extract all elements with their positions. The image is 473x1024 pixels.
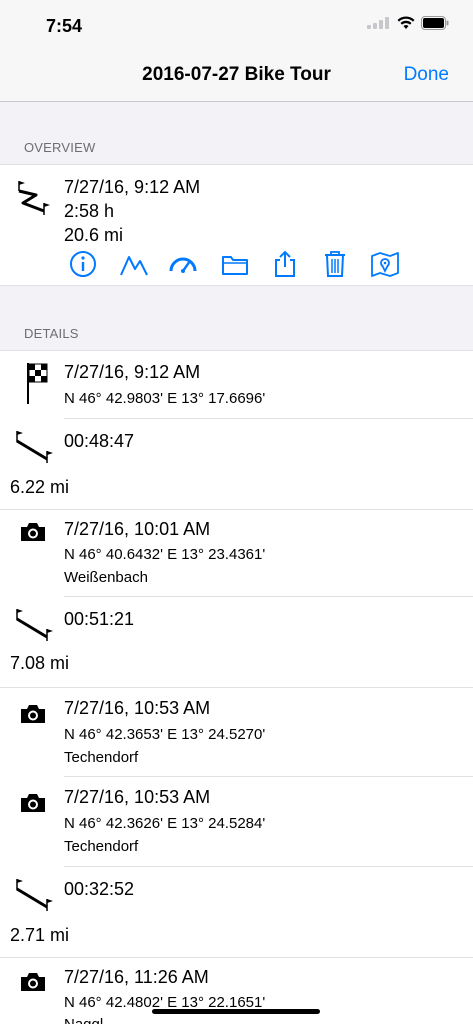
overview-duration: 2:58 h <box>64 201 115 221</box>
start-coordinates: N 46° 42.9803' E 13° 17.6696' <box>64 390 266 407</box>
details-section-header: DETAILS <box>24 326 79 341</box>
segment-distance: 7.08 mi <box>10 653 70 673</box>
photo-time: 7/27/16, 10:01 AM <box>64 519 211 539</box>
photo-coordinates: N 46° 42.3653' E 13° 24.5270' <box>64 726 266 743</box>
photo-time: 7/27/16, 11:26 AM <box>64 967 209 987</box>
action-toolbar <box>64 249 410 279</box>
trash-icon[interactable] <box>320 249 350 279</box>
photo-place: Naggl <box>64 1016 103 1024</box>
segment-distance: 6.22 mi <box>10 477 70 497</box>
segment-icon <box>16 609 53 641</box>
photo-time: 7/27/16, 10:53 AM <box>64 698 211 718</box>
wifi-icon <box>397 16 415 29</box>
camera-icon <box>21 973 45 991</box>
segment-icon <box>16 879 53 911</box>
status-bar: 7:54 <box>0 0 473 50</box>
speedometer-icon[interactable] <box>168 249 198 279</box>
list-item-segment[interactable]: 00:32:52 2.71 mi <box>0 867 473 957</box>
done-button[interactable]: Done <box>404 64 449 86</box>
status-time: 7:54 <box>46 16 83 36</box>
list-item-segment[interactable]: 00:48:47 6.22 mi <box>0 419 473 499</box>
list-item-photo[interactable]: 7/27/16, 10:01 AM N 46° 40.6432' E 13° 2… <box>0 509 473 597</box>
folder-icon[interactable] <box>220 249 250 279</box>
camera-icon <box>21 705 45 723</box>
segment-duration: 00:32:52 <box>64 879 135 899</box>
details-list: 7/27/16, 9:12 AM N 46° 42.9803' E 13° 17… <box>0 350 473 1024</box>
page-title: 2016-07-27 Bike Tour <box>142 64 331 85</box>
elevation-icon[interactable] <box>119 249 149 279</box>
list-item-segment[interactable]: 00:51:21 7.08 mi <box>0 597 473 687</box>
list-item-photo[interactable]: 7/27/16, 10:53 AM N 46° 42.3626' E 13° 2… <box>0 777 473 867</box>
checkered-flag-icon <box>27 363 48 404</box>
photo-coordinates: N 46° 40.6432' E 13° 23.4361' <box>64 546 266 563</box>
overview-cell[interactable]: 7/27/16, 9:12 AM 2:58 h 20.6 mi <box>0 164 473 286</box>
cellular-signal-icon <box>367 17 391 29</box>
camera-icon <box>21 794 45 812</box>
share-icon[interactable] <box>270 249 300 279</box>
camera-icon <box>21 523 45 541</box>
segment-distance: 2.71 mi <box>10 925 70 945</box>
navigation-bar: 2016-07-27 Bike Tour Done <box>0 50 473 102</box>
list-item-photo[interactable]: 7/27/16, 10:53 AM N 46° 42.3653' E 13° 2… <box>0 687 473 777</box>
overview-distance: 20.6 mi <box>64 225 124 245</box>
start-time: 7/27/16, 9:12 AM <box>64 362 201 382</box>
info-icon[interactable] <box>68 249 98 279</box>
list-item-start[interactable]: 7/27/16, 9:12 AM N 46° 42.9803' E 13° 17… <box>0 351 473 419</box>
battery-icon <box>421 16 449 30</box>
status-icons <box>367 16 449 30</box>
photo-place: Techendorf <box>64 838 139 855</box>
photo-place: Techendorf <box>64 749 139 766</box>
photo-time: 7/27/16, 10:53 AM <box>64 787 211 807</box>
map-icon[interactable] <box>370 249 400 279</box>
overview-start-time: 7/27/16, 9:12 AM <box>64 177 201 197</box>
segment-duration: 00:51:21 <box>64 609 135 629</box>
segment-icon <box>16 431 53 463</box>
segment-duration: 00:48:47 <box>64 431 135 451</box>
home-indicator[interactable] <box>152 1009 320 1014</box>
photo-place: Weißenbach <box>64 569 148 586</box>
overview-section-header: OVERVIEW <box>24 140 96 155</box>
track-route-icon <box>18 181 50 215</box>
photo-coordinates: N 46° 42.3626' E 13° 24.5284' <box>64 815 266 832</box>
